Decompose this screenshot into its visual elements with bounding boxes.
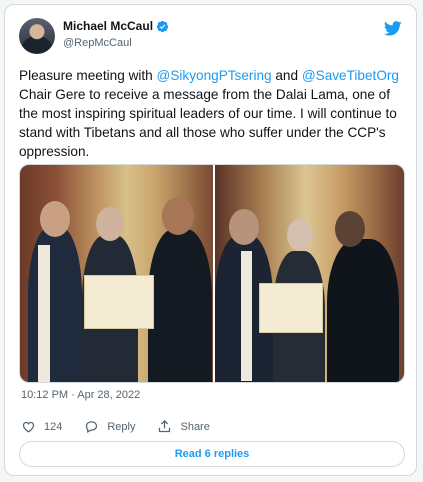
tweet-text-part: and bbox=[271, 68, 302, 83]
mention-link[interactable]: @SikyongPTsering bbox=[157, 68, 272, 83]
author-name[interactable]: Michael McCaul bbox=[63, 19, 153, 33]
share-icon bbox=[159, 419, 171, 433]
share-label: Share bbox=[180, 420, 210, 433]
share-button[interactable]: Share bbox=[157, 419, 210, 434]
mention-link[interactable]: @SaveTibetOrg bbox=[302, 68, 399, 83]
reply-bubble-icon bbox=[86, 421, 98, 434]
avatar[interactable] bbox=[19, 18, 55, 54]
tweet-actions: 124 Reply Share bbox=[21, 419, 232, 434]
author-row: Michael McCaul bbox=[63, 19, 169, 33]
reply-label: Reply bbox=[107, 420, 136, 433]
like-button[interactable]: 124 bbox=[21, 419, 62, 434]
reply-button[interactable]: Reply bbox=[84, 419, 135, 434]
tweet-text-part: Pleasure meeting with bbox=[19, 68, 157, 83]
read-replies-button[interactable]: Read 6 replies bbox=[19, 441, 405, 467]
author-handle[interactable]: @RepMcCaul bbox=[63, 37, 132, 49]
tweet-text: Pleasure meeting with @SikyongPTsering a… bbox=[19, 66, 409, 161]
tweet-timestamp[interactable]: 10:12 PM · Apr 28, 2022 bbox=[21, 389, 140, 401]
tweet-card: Michael McCaul @RepMcCaul Pleasure meeti… bbox=[4, 4, 417, 476]
like-count: 124 bbox=[44, 420, 63, 433]
photo-1[interactable] bbox=[20, 165, 215, 382]
tweet-text-part: Chair Gere to receive a message from the… bbox=[19, 87, 397, 159]
twitter-bird-icon[interactable] bbox=[384, 21, 402, 36]
heart-icon bbox=[22, 421, 35, 433]
tweet-media bbox=[19, 164, 405, 383]
verified-badge-icon bbox=[156, 20, 169, 32]
photo-2[interactable] bbox=[214, 165, 404, 382]
